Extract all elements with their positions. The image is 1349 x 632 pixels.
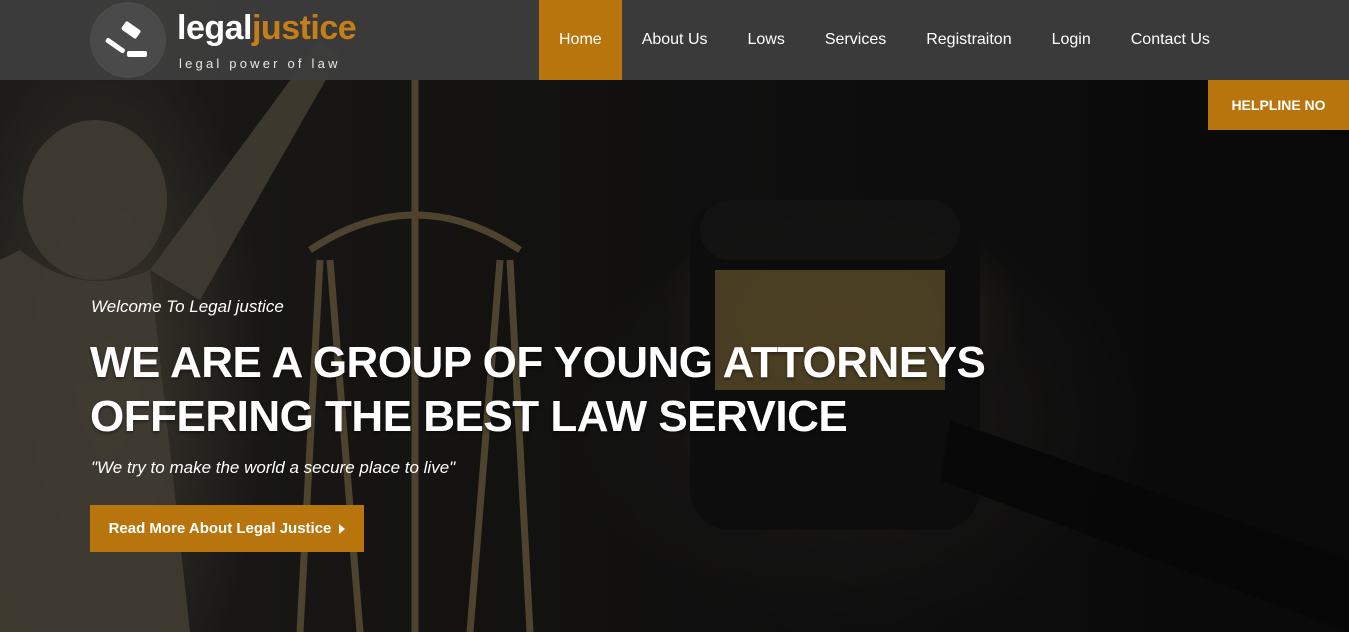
helpline-button[interactable]: HELPLINE NO [1208, 80, 1349, 130]
main-nav: Home About Us Lows Services Registraiton… [539, 0, 1230, 80]
nav-item-registration[interactable]: Registraiton [906, 0, 1031, 80]
brand-name: legaljustice [177, 8, 357, 48]
hero-welcome-text: Welcome To Legal justice [91, 297, 284, 316]
brand-tagline: legal power of law [179, 56, 341, 71]
nav-item-login[interactable]: Login [1032, 0, 1111, 80]
brand-name-part1: legal [177, 9, 252, 47]
brand-name-part2: justice [251, 9, 357, 47]
nav-item-about-us[interactable]: About Us [622, 0, 728, 80]
brand-logo[interactable]: legaljustice legal power of law [90, 2, 380, 78]
caret-right-icon [339, 523, 346, 534]
hero-headline-line2: OFFERING THE BEST LAW SERVICE [90, 392, 848, 441]
top-navbar: legaljustice legal power of law Home Abo… [0, 0, 1349, 80]
read-more-button[interactable]: Read More About Legal Justice [90, 505, 364, 552]
nav-item-home[interactable]: Home [539, 0, 622, 80]
gavel-icon [90, 2, 166, 78]
nav-item-services[interactable]: Services [805, 0, 906, 80]
hero-headline-line1: WE ARE A GROUP OF YOUNG ATTORNEYS [90, 338, 986, 387]
nav-item-lows[interactable]: Lows [728, 0, 805, 80]
read-more-button-label: Read More About Legal Justice [108, 520, 332, 537]
nav-item-contact-us[interactable]: Contact Us [1111, 0, 1230, 80]
hero-headline: WE ARE A GROUP OF YOUNG ATTORNEYS OFFERI… [90, 336, 990, 444]
hero-quote: "We try to make the world a secure place… [91, 458, 456, 477]
